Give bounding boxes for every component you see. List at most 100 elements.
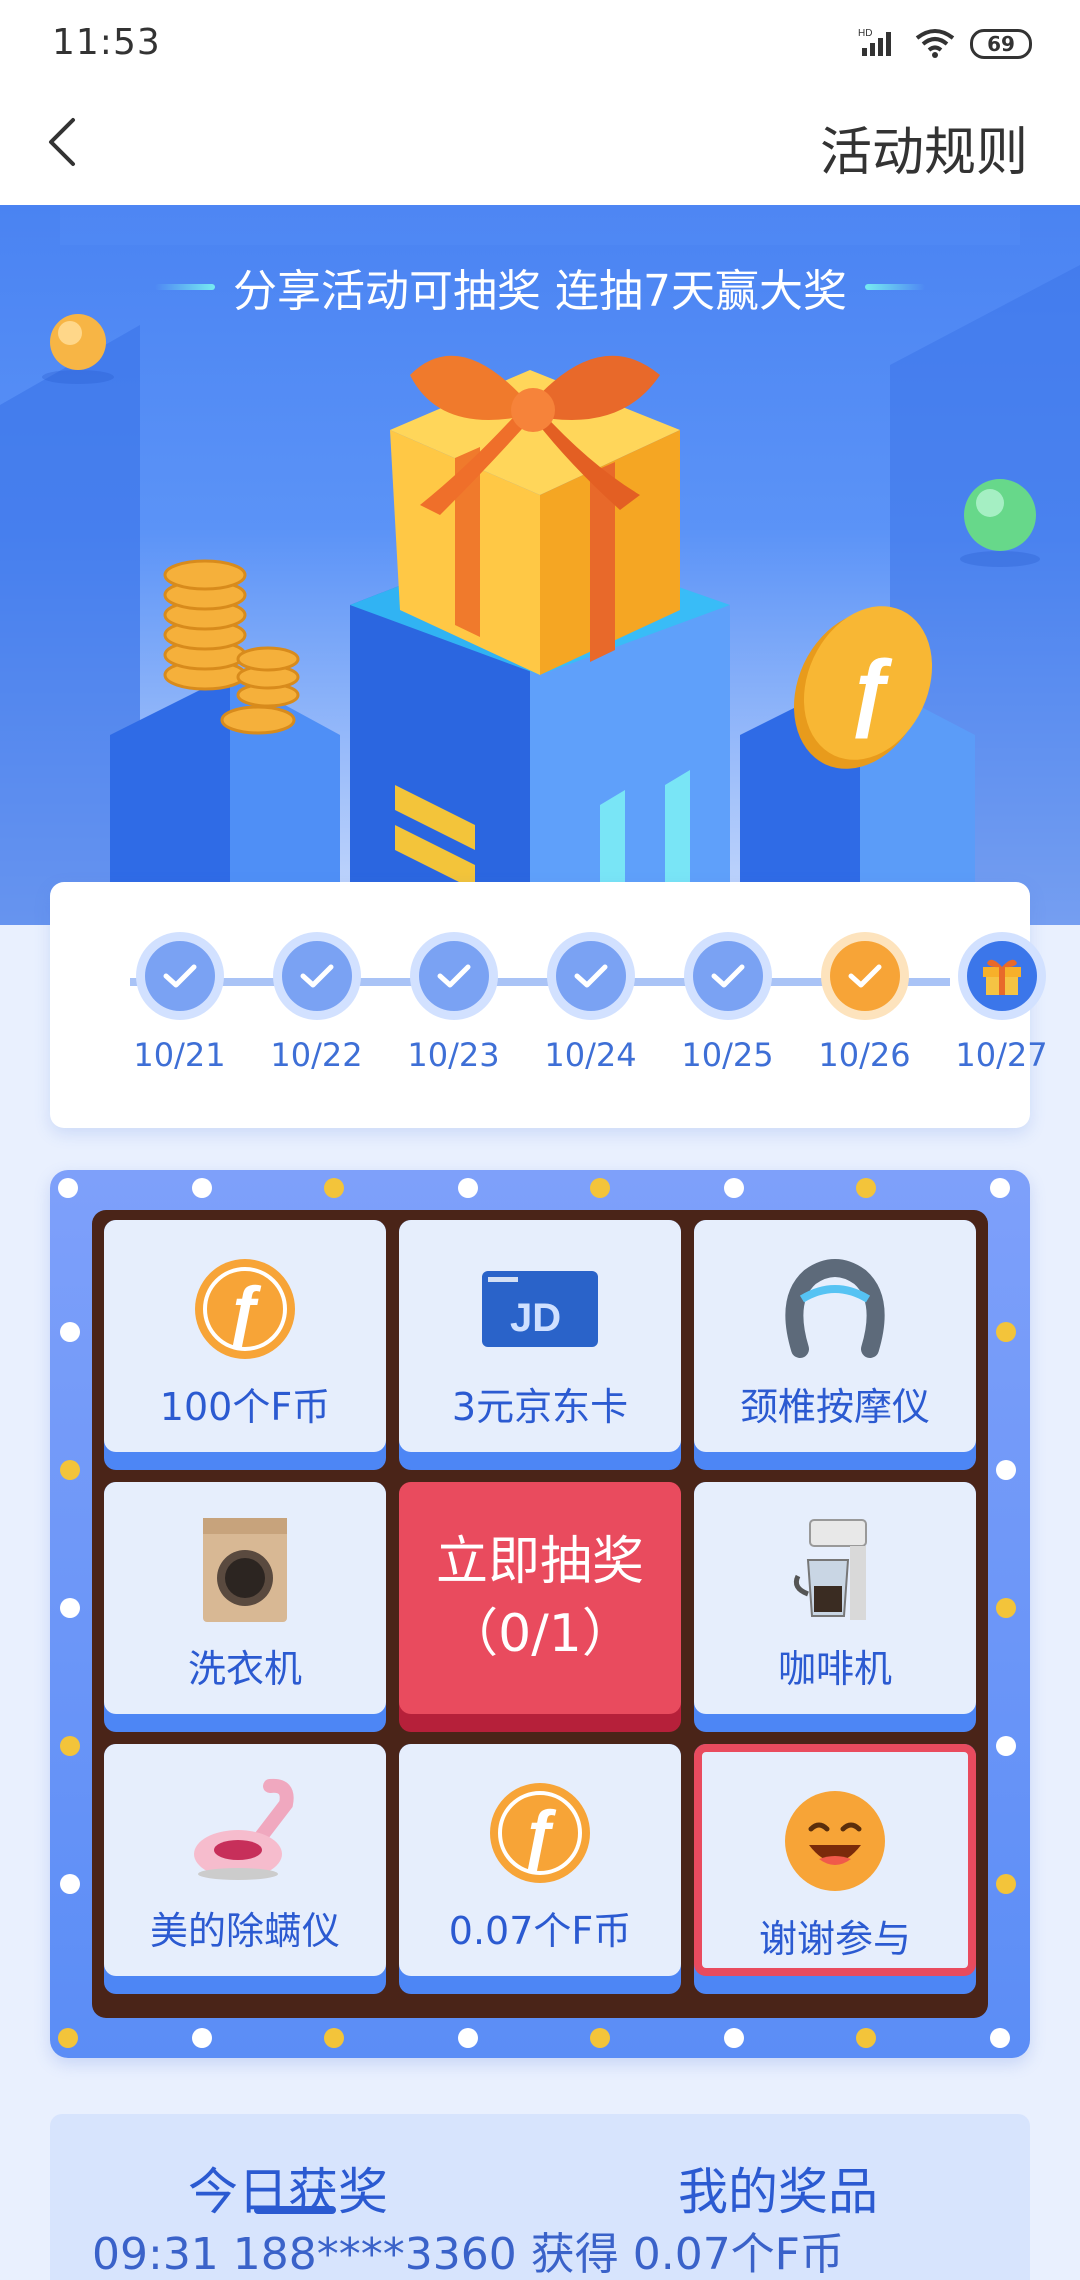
headline-deco-right: [864, 284, 925, 290]
battery-icon: 69: [970, 29, 1032, 59]
lottery-machine: ƒ 100个F币 JD 3元京东卡 颈椎按摩仪 洗衣机 立即抽奖 （0/1） 咖…: [50, 1170, 1030, 2058]
bulb: [856, 1178, 876, 1198]
bulb: [60, 1460, 80, 1480]
bulb: [996, 1460, 1016, 1480]
checkin-day: 10/23: [385, 932, 522, 1074]
battery-level: 69: [987, 32, 1015, 56]
checkin-date: 10/27: [955, 1036, 1048, 1074]
winner-record: 09:31 188****3360 获得 0.07个F币: [92, 2229, 844, 2280]
checkin-date: 10/24: [544, 1036, 637, 1074]
prize-cell: 洗衣机: [104, 1482, 386, 1732]
tab-my-prizes[interactable]: 我的奖品: [678, 2152, 878, 2224]
prize-label: 0.07个F币: [448, 1909, 632, 1953]
bulb: [856, 2028, 876, 2048]
gift-dot: [957, 932, 1046, 1020]
bulb: [990, 1178, 1010, 1198]
check-dot: [272, 932, 361, 1020]
checkin-date: 10/21: [133, 1036, 226, 1074]
draw-label-main: 立即抽奖: [435, 1532, 644, 1592]
back-button[interactable]: [30, 112, 94, 176]
checkin-date: 10/25: [681, 1036, 774, 1074]
prize-cell: ƒ 100个F币: [104, 1220, 386, 1470]
bulb: [58, 1178, 78, 1198]
check-dot: [683, 932, 772, 1020]
check-dot: [409, 932, 498, 1020]
bulb: [590, 1178, 610, 1198]
hero-banner: ƒ 分享活动可抽奖 连抽7天赢大奖: [0, 205, 1080, 925]
mite-remover-icon: [194, 1778, 294, 1880]
chevron-left-icon: [47, 116, 77, 172]
prize-cell: 咖啡机: [694, 1482, 976, 1732]
checkin-day: 10/22: [248, 932, 385, 1074]
checkin-day: 10/25: [659, 932, 796, 1074]
status-time: 11:53: [52, 22, 161, 63]
headline-text: 分享活动可抽奖 连抽7天赢大奖: [233, 266, 847, 317]
prize-label: 颈椎按摩仪: [739, 1385, 930, 1429]
bulb: [192, 1178, 212, 1198]
bulb: [192, 2028, 212, 2048]
svg-text:ƒ: ƒ: [227, 1272, 265, 1348]
checkin-day: 10/24: [522, 932, 659, 1074]
check-icon: [163, 964, 196, 988]
nav-bar: 活动规则: [0, 90, 1080, 205]
prize-board: ƒ 100个F币 JD 3元京东卡 颈椎按摩仪 洗衣机 立即抽奖 （0/1） 咖…: [92, 1210, 988, 2018]
prize-label: 洗衣机: [187, 1647, 302, 1691]
headline-deco-left: [155, 284, 215, 290]
checkin-date: 10/26: [818, 1036, 911, 1074]
checkin-card: 10/21 10/22 10/23 10/24 10/25 10/26 10/2…: [50, 882, 1048, 1128]
bulb: [724, 1178, 744, 1198]
prize-cell: JD 3元京东卡: [399, 1220, 681, 1470]
bulb: [458, 2028, 478, 2048]
prize-label: 100个F币: [159, 1385, 331, 1429]
check-icon: [300, 964, 333, 988]
checkin-date: 10/22: [270, 1036, 363, 1074]
bulb: [724, 2028, 744, 2048]
smile-face-icon: [785, 1791, 885, 1891]
wifi-icon: [914, 26, 956, 62]
check-dot: [135, 932, 224, 1020]
check-icon: [711, 964, 744, 988]
check-icon: [574, 964, 607, 988]
prize-label: 咖啡机: [777, 1647, 892, 1691]
draw-button[interactable]: 立即抽奖 （0/1）: [399, 1482, 681, 1732]
bulb: [60, 1874, 80, 1894]
draw-button-label: 立即抽奖 （0/1）: [436, 1526, 644, 1670]
prize-label: 谢谢参与: [758, 1917, 911, 1961]
signal-icon: HD: [858, 26, 900, 62]
bulb: [60, 1736, 80, 1756]
prize-cell: ƒ 0.07个F币: [399, 1744, 681, 1994]
checkin-day: 10/21: [111, 932, 248, 1074]
jd-card-icon: JD: [482, 1271, 598, 1347]
bulb: [60, 1322, 80, 1342]
f-coin-icon: ƒ: [195, 1259, 295, 1359]
tab-indicator: [254, 2206, 336, 2214]
checkin-date: 10/23: [407, 1036, 500, 1074]
svg-text:HD: HD: [858, 28, 872, 39]
coffee-machine-icon: [793, 1519, 867, 1620]
checkin-day-today: 10/26: [796, 932, 933, 1074]
prize-cell: 美的除螨仪: [104, 1744, 386, 1994]
status-icons: HD 69: [858, 26, 1032, 62]
today-dot: [820, 932, 909, 1020]
check-dot: [546, 932, 635, 1020]
bulb: [590, 2028, 610, 2048]
rules-link[interactable]: 活动规则: [820, 110, 1028, 185]
bulb: [990, 2028, 1010, 2048]
bulb: [324, 1178, 344, 1198]
bulb: [996, 1322, 1016, 1342]
checkin-days: 10/21 10/22 10/23 10/24 10/25 10/26 10/2…: [50, 932, 1048, 1102]
prize-cell-highlighted: 谢谢参与: [694, 1744, 976, 1994]
prize-cell: 颈椎按摩仪: [694, 1220, 976, 1470]
gift-icon: [982, 959, 1021, 995]
check-icon: [437, 964, 470, 988]
checkin-day-gift: 10/27: [933, 932, 1070, 1074]
svg-text:JD: JD: [510, 1296, 561, 1340]
draw-label-count: （0/1）: [446, 1604, 634, 1664]
status-bar: 11:53 HD 69: [0, 0, 1080, 90]
f-coin-icon: ƒ: [490, 1783, 590, 1883]
bulb: [324, 2028, 344, 2048]
check-icon: [848, 964, 881, 988]
bulb: [458, 1178, 478, 1198]
prize-label: 美的除螨仪: [149, 1909, 340, 1953]
svg-text:ƒ: ƒ: [522, 1796, 560, 1872]
